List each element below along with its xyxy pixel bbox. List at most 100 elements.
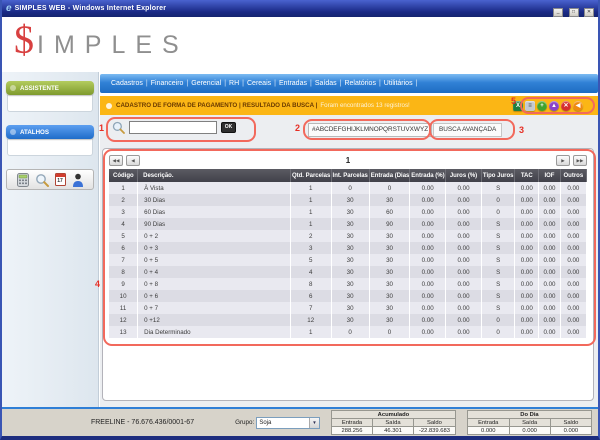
table-cell: 0.00 <box>410 302 446 314</box>
table-cell: 1 <box>290 218 331 230</box>
column-header[interactable]: Entrada (%) <box>410 169 446 182</box>
table-row[interactable]: 120 +121230300.000.0000.000.000.00 <box>109 314 587 326</box>
calendar-icon[interactable]: 17 <box>55 173 66 186</box>
table-cell: 6 <box>109 242 138 254</box>
table-row[interactable]: 13Dia Determinado1000.000.0000.000.000.0… <box>109 326 587 338</box>
table-cell: 0.00 <box>560 182 586 194</box>
table-row[interactable]: 100 + 6630300.000.00S0.000.000.00 <box>109 290 587 302</box>
table-row[interactable]: 230 Dias130300.000.0000.000.000.00 <box>109 194 587 206</box>
back-icon[interactable]: ◀ <box>573 101 583 111</box>
menu-item-cereais[interactable]: Cereais <box>247 80 271 87</box>
atalhos-panel <box>7 139 93 156</box>
table-cell: 0 <box>331 182 369 194</box>
table-row[interactable]: 360 Dias130600.000.0000.000.000.00 <box>109 206 587 218</box>
minimize-button[interactable]: _ <box>553 8 563 17</box>
column-header[interactable]: IOF <box>539 169 560 182</box>
table-cell: 12 <box>290 314 331 326</box>
maximize-button[interactable]: □ <box>569 8 579 17</box>
table-cell: S <box>481 230 514 242</box>
menu-separator: | <box>274 80 276 87</box>
column-header[interactable]: Int. Parcelas <box>331 169 369 182</box>
calculator-icon[interactable] <box>17 173 29 187</box>
table-cell: 0.00 <box>515 290 539 302</box>
table-cell: 0.00 <box>446 230 482 242</box>
menu-item-cadastros[interactable]: Cadastros <box>111 80 143 87</box>
table-cell: 0.00 <box>446 182 482 194</box>
close-button[interactable]: ✕ <box>584 8 594 17</box>
table-cell: 30 <box>369 278 410 290</box>
excel-export-icon[interactable]: X <box>513 101 523 111</box>
menu-item-saídas[interactable]: Saídas <box>315 80 337 87</box>
menu-item-relatórios[interactable]: Relatórios <box>344 80 376 87</box>
table-cell: 90 <box>369 218 410 230</box>
table-cell: 0.00 <box>560 278 586 290</box>
dodia-entrada-value: 0.000 <box>467 427 509 435</box>
table-cell: S <box>481 254 514 266</box>
delete-icon[interactable]: ✕ <box>561 101 571 111</box>
table-cell: 0.00 <box>539 182 560 194</box>
table-row[interactable]: 70 + 5530300.000.00S0.000.000.00 <box>109 254 587 266</box>
menu-separator: | <box>186 80 188 87</box>
table-cell: 30 <box>369 302 410 314</box>
dodia-saida-value: 0.000 <box>509 427 550 435</box>
table-row[interactable]: 80 + 4430300.000.00S0.000.000.00 <box>109 266 587 278</box>
table-cell: S <box>481 302 514 314</box>
search-ok-button[interactable]: OK <box>221 122 236 133</box>
table-cell: 0.00 <box>410 266 446 278</box>
breadcrumb: CADASTRO DE FORMA DE PAGAMENTO | RESULTA… <box>116 102 317 109</box>
table-row[interactable]: 1À Vista1000.000.00S0.000.000.00 <box>109 182 587 194</box>
table-cell: S <box>481 182 514 194</box>
advanced-search-button[interactable]: BUSCA AVANÇADA <box>433 123 502 137</box>
add-icon[interactable]: + <box>537 101 547 111</box>
table-cell: 1 <box>109 182 138 194</box>
column-header[interactable]: Entrada (Dias) <box>369 169 410 182</box>
menu-items: Cadastros|Financeiro|Gerencial|RH|Cereai… <box>109 80 418 87</box>
menu-separator: | <box>310 80 312 87</box>
table-row[interactable]: 60 + 3330300.000.00S0.000.000.00 <box>109 242 587 254</box>
search-icon[interactable] <box>35 173 49 187</box>
menu-item-rh[interactable]: RH <box>229 80 239 87</box>
next-page-button[interactable]: ▶ <box>556 155 570 166</box>
table-cell: S <box>481 278 514 290</box>
column-header[interactable]: Qtd. Parcelas <box>290 169 331 182</box>
table-cell: 8 <box>109 266 138 278</box>
menu-item-gerencial[interactable]: Gerencial <box>191 80 221 87</box>
table-row[interactable]: 110 + 7730300.000.00S0.000.000.00 <box>109 302 587 314</box>
table-cell: 3 <box>109 206 138 218</box>
first-page-button[interactable]: ◀◀ <box>109 155 123 166</box>
alphabet-filter[interactable]: #ABCDEFGHIJKLMNOPQRSTUVXWYZ <box>308 123 432 137</box>
edit-icon[interactable]: ▲ <box>549 101 559 111</box>
table-cell: 3 <box>290 242 331 254</box>
menu-separator: | <box>146 80 148 87</box>
column-header[interactable]: Juros (%) <box>446 169 482 182</box>
table-row[interactable]: 90 + 8830300.000.00S0.000.000.00 <box>109 278 587 290</box>
table-row[interactable]: 50 + 2230300.000.00S0.000.000.00 <box>109 230 587 242</box>
menu-item-utilitários[interactable]: Utilitários <box>384 80 413 87</box>
menu-item-financeiro[interactable]: Financeiro <box>151 80 184 87</box>
last-page-button[interactable]: ▶▶ <box>573 155 587 166</box>
table-cell: 13 <box>109 326 138 338</box>
table-cell: 0.00 <box>560 230 586 242</box>
menu-item-entradas[interactable]: Entradas <box>279 80 307 87</box>
table-cell: 1 <box>290 194 331 206</box>
table-row[interactable]: 490 Dias130900.000.00S0.000.000.00 <box>109 218 587 230</box>
sidebar-section-atalhos[interactable]: ATALHOS <box>6 125 94 139</box>
group-select[interactable]: Soja ▼ <box>256 417 320 429</box>
column-header[interactable]: Outros <box>560 169 586 182</box>
window-controls: _ □ ✕ <box>552 0 594 18</box>
internet-explorer-icon: e <box>6 3 12 14</box>
prev-page-button[interactable]: ◀ <box>126 155 140 166</box>
column-header[interactable]: TAC <box>515 169 539 182</box>
column-header[interactable]: Tipo Juros <box>481 169 514 182</box>
printer-icon[interactable]: ≡ <box>525 101 535 111</box>
table-cell: 0.00 <box>560 314 586 326</box>
user-icon[interactable] <box>72 173 84 187</box>
table-cell: 9 <box>109 278 138 290</box>
table-cell: 0 <box>481 206 514 218</box>
search-input[interactable] <box>129 121 217 134</box>
column-header[interactable]: Código <box>109 169 138 182</box>
table-cell: 8 <box>290 278 331 290</box>
menu-separator: | <box>416 80 418 87</box>
sidebar-section-assistente[interactable]: ASSISTENTE <box>6 81 94 95</box>
column-header[interactable]: Descrição. <box>138 169 291 182</box>
